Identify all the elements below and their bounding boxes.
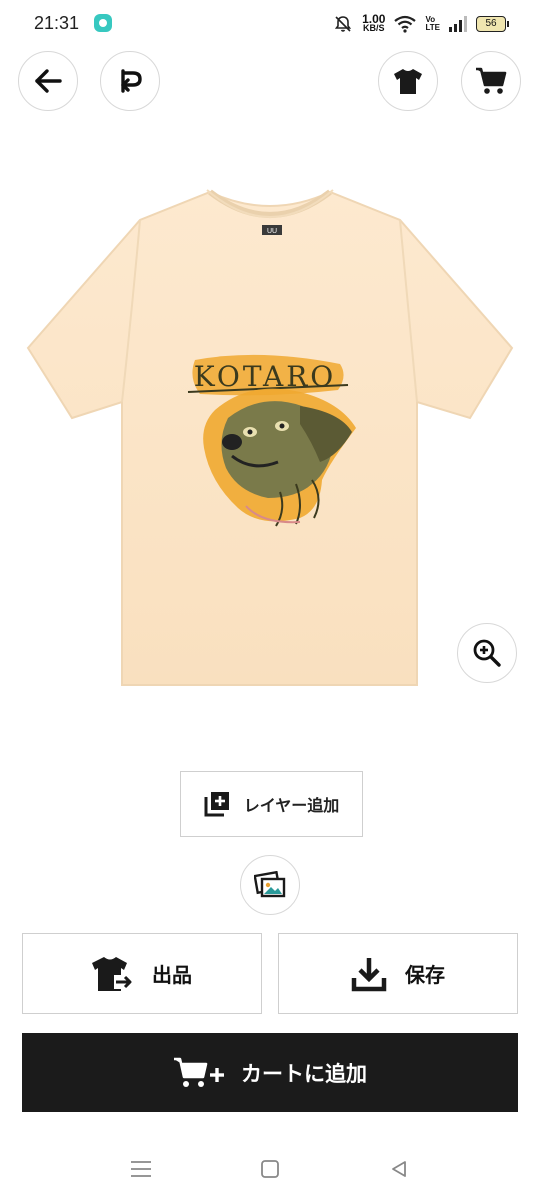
back-button[interactable]	[18, 51, 78, 111]
arrow-left-icon	[35, 69, 62, 93]
volte-indicator: Vo LTE	[425, 15, 440, 32]
image-gallery-button[interactable]	[240, 855, 300, 915]
item-select-button[interactable]	[378, 51, 438, 111]
tshirt-export-icon	[92, 956, 132, 991]
redo-button[interactable]	[100, 51, 160, 111]
battery-indicator: 56	[476, 16, 509, 32]
status-bar: 21:31 1.00 KB/S Vo LTE 56	[0, 0, 540, 48]
status-time: 21:31	[34, 13, 80, 33]
add-to-cart-button[interactable]: カートに追加	[22, 1033, 518, 1112]
cart-plus-icon	[174, 1057, 224, 1087]
mute-bell-icon	[335, 16, 352, 32]
home-button[interactable]	[255, 1154, 285, 1184]
notification-app-icon	[94, 14, 112, 32]
system-nav-bar	[0, 1140, 540, 1200]
wifi-icon	[394, 15, 417, 33]
save-button[interactable]: 保存	[278, 933, 518, 1014]
signal-icon	[449, 16, 467, 32]
system-back-button[interactable]	[384, 1154, 414, 1184]
menu-icon	[131, 1161, 151, 1177]
svg-text:KOTARO: KOTARO	[194, 360, 337, 393]
net-speed: 1.00 KB/S	[362, 12, 386, 33]
zoom-button[interactable]	[457, 623, 517, 683]
square-icon	[261, 1160, 279, 1178]
save-label: 保存	[405, 963, 445, 987]
product-preview[interactable]: UU KOTARO	[0, 180, 540, 700]
redo-icon	[121, 69, 142, 93]
listing-label: 出品	[152, 963, 192, 987]
add-layer-label: レイヤー追加	[243, 796, 340, 815]
svg-text:UU: UU	[267, 228, 277, 235]
add-to-cart-label: カートに追加	[241, 1061, 367, 1086]
listing-button[interactable]: 出品	[22, 933, 262, 1014]
tshirt-icon	[394, 69, 422, 94]
cart-icon	[476, 67, 507, 94]
add-layer-icon	[204, 792, 229, 817]
recent-apps-button[interactable]	[126, 1154, 156, 1184]
zoom-in-icon	[473, 639, 501, 667]
download-icon	[351, 957, 387, 991]
triangle-back-icon	[392, 1161, 406, 1177]
status-icons: 1.00 KB/S Vo LTE 56	[333, 12, 509, 36]
cart-button[interactable]	[461, 51, 521, 111]
add-layer-button[interactable]: レイヤー追加	[180, 771, 363, 837]
image-gallery-icon	[254, 871, 286, 898]
tshirt-mockup: UU KOTARO	[26, 189, 514, 686]
